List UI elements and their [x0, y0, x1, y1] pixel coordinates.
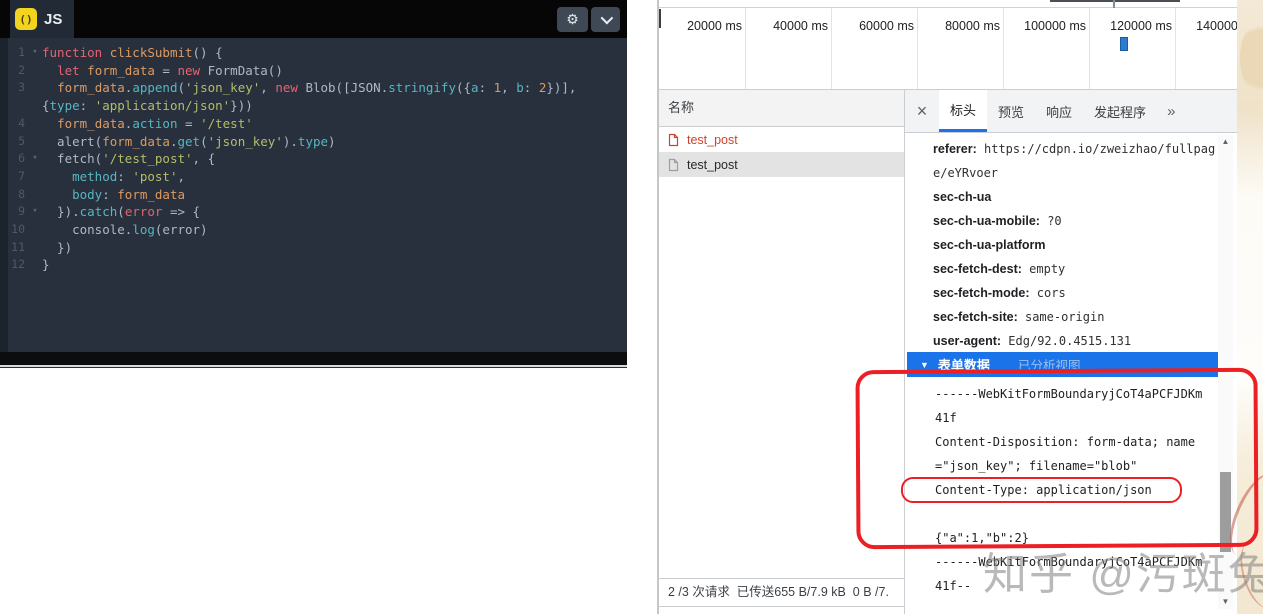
- toolbar-remnant-line: [1050, 0, 1180, 2]
- screenshot-root: () JS ⚙ 1▾function clickSubmit() {2 let …: [0, 0, 1263, 614]
- code-line[interactable]: 5 alert(form_data.get('json_key').type): [0, 133, 627, 151]
- request-row[interactable]: test_post: [659, 152, 904, 177]
- code-line[interactable]: 3 form_data.append('json_key', new Blob(…: [0, 79, 627, 97]
- code-line[interactable]: 6▾ fetch('/test_post', {: [0, 150, 627, 168]
- details-tab-bar: × 标头预览响应发起程序»: [905, 90, 1237, 133]
- timeline-tick-label: 140000 ms: [1168, 19, 1237, 33]
- editor-settings-button[interactable]: ⚙: [557, 7, 588, 32]
- code-text: {type: 'application/json'})): [42, 97, 253, 115]
- code-text: function clickSubmit() {: [42, 44, 223, 62]
- timeline-tick-label: 80000 ms: [910, 19, 1000, 33]
- header-row: sec-ch-ua-platform: [933, 233, 1219, 257]
- tab-detail[interactable]: 响应: [1035, 90, 1083, 132]
- code-text: }).catch(error => {: [42, 203, 200, 221]
- fold-spacer: [28, 115, 42, 133]
- network-timeline: 20000 ms40000 ms60000 ms80000 ms100000 m…: [659, 8, 1237, 90]
- code-line[interactable]: 8 body: form_data: [0, 186, 627, 204]
- code-text: alert(form_data.get('json_key').type): [42, 133, 336, 151]
- timeline-tick-label: 20000 ms: [659, 19, 742, 33]
- request-marker[interactable]: [1120, 37, 1128, 51]
- editor-collapse-button[interactable]: [591, 7, 620, 32]
- code-line[interactable]: 4 form_data.action = '/test': [0, 115, 627, 133]
- timeline-tick-label: 120000 ms: [1082, 19, 1172, 33]
- header-row: sec-ch-ua-mobile: ?0: [933, 209, 1219, 233]
- request-list-name-header[interactable]: 名称: [659, 90, 904, 127]
- fold-spacer: [28, 168, 42, 186]
- red-annotation-content-type-box: [901, 477, 1182, 503]
- header-row: referer: https://cdpn.io/zweizhao/fullpa…: [933, 137, 1219, 185]
- code-text: console.log(error): [42, 221, 208, 239]
- code-line[interactable]: 1▾function clickSubmit() {: [0, 44, 627, 62]
- fold-spacer: [28, 62, 42, 80]
- editor-bottom-strip: [0, 352, 627, 367]
- panel-gutter: [627, 0, 657, 614]
- fold-spacer: [28, 133, 42, 151]
- code-text: form_data.append('json_key', new Blob([J…: [42, 79, 576, 97]
- request-name: test_post: [687, 133, 738, 147]
- request-row[interactable]: test_post: [659, 127, 904, 152]
- tab-js[interactable]: () JS: [10, 0, 74, 38]
- gear-icon: ⚙: [566, 11, 579, 28]
- devtools-toolbar-remnant: [659, 0, 1237, 8]
- network-summary-bar: 2 /3 次请求 已传送655 B/7.9 kB 0 B /7.: [659, 578, 904, 607]
- code-lines[interactable]: 1▾function clickSubmit() {2 let form_dat…: [0, 38, 627, 352]
- header-row: sec-fetch-dest: empty: [933, 257, 1219, 281]
- header-row: user-agent: Edg/92.0.4515.131: [933, 329, 1219, 353]
- toolbar-remnant-tick: [1113, 0, 1115, 8]
- code-text: }: [42, 256, 50, 274]
- timeline-tick-label: 40000 ms: [738, 19, 828, 33]
- code-editor-panel: () JS ⚙ 1▾function clickSubmit() {2 let …: [0, 0, 627, 368]
- code-text: form_data.action = '/test': [42, 115, 253, 133]
- fold-spacer: [28, 97, 42, 115]
- code-text: fetch('/test_post', {: [42, 150, 215, 168]
- editor-tab-bar: () JS ⚙: [0, 0, 627, 38]
- fold-caret-icon[interactable]: ▾: [28, 150, 42, 168]
- request-rows: test_post test_post: [659, 127, 904, 177]
- fold-spacer: [28, 79, 42, 97]
- document-icon: [668, 158, 679, 172]
- code-line[interactable]: 10 console.log(error): [0, 221, 627, 239]
- header-row: sec-fetch-mode: cors: [933, 281, 1219, 305]
- close-icon[interactable]: ×: [905, 90, 939, 132]
- code-text: }): [42, 239, 72, 257]
- code-text: let form_data = new FormData(): [42, 62, 283, 80]
- code-line[interactable]: 9▾ }).catch(error => {: [0, 203, 627, 221]
- code-line[interactable]: {type: 'application/json'})): [0, 97, 627, 115]
- chevron-down-icon: [601, 12, 614, 25]
- tab-headers-active[interactable]: 标头: [939, 90, 987, 132]
- code-line[interactable]: 7 method: 'post',: [0, 168, 627, 186]
- header-row: sec-ch-ua: [933, 185, 1219, 209]
- fold-caret-icon[interactable]: ▾: [28, 203, 42, 221]
- timeline-tick-label: 100000 ms: [996, 19, 1086, 33]
- triangle-down-icon: ▼: [920, 360, 929, 370]
- tab-detail[interactable]: 预览: [987, 90, 1035, 132]
- more-tabs-icon[interactable]: »: [1157, 90, 1185, 132]
- scroll-up-icon[interactable]: ▲: [1218, 135, 1233, 149]
- fold-caret-icon[interactable]: ▾: [28, 44, 42, 62]
- request-headers-list: referer: https://cdpn.io/zweizhao/fullpa…: [933, 137, 1219, 353]
- request-name: test_post: [687, 158, 738, 172]
- editor-left-edge: [0, 38, 8, 352]
- document-icon: [668, 133, 679, 147]
- code-line[interactable]: 2 let form_data = new FormData(): [0, 62, 627, 80]
- code-line[interactable]: 11 }): [0, 239, 627, 257]
- fold-spacer: [28, 256, 42, 274]
- header-row: sec-fetch-site: same-origin: [933, 305, 1219, 329]
- fold-spacer: [28, 186, 42, 204]
- code-line[interactable]: 12}: [0, 256, 627, 274]
- tab-detail[interactable]: 发起程序: [1083, 90, 1157, 132]
- fold-spacer: [28, 239, 42, 257]
- js-panel-icon: (): [15, 8, 37, 30]
- code-text: body: form_data: [42, 186, 185, 204]
- js-tab-label: JS: [44, 11, 62, 28]
- fold-spacer: [28, 221, 42, 239]
- timeline-tick-label: 60000 ms: [824, 19, 914, 33]
- red-annotation-rectangle: [855, 368, 1258, 549]
- code-text: method: 'post',: [42, 168, 185, 186]
